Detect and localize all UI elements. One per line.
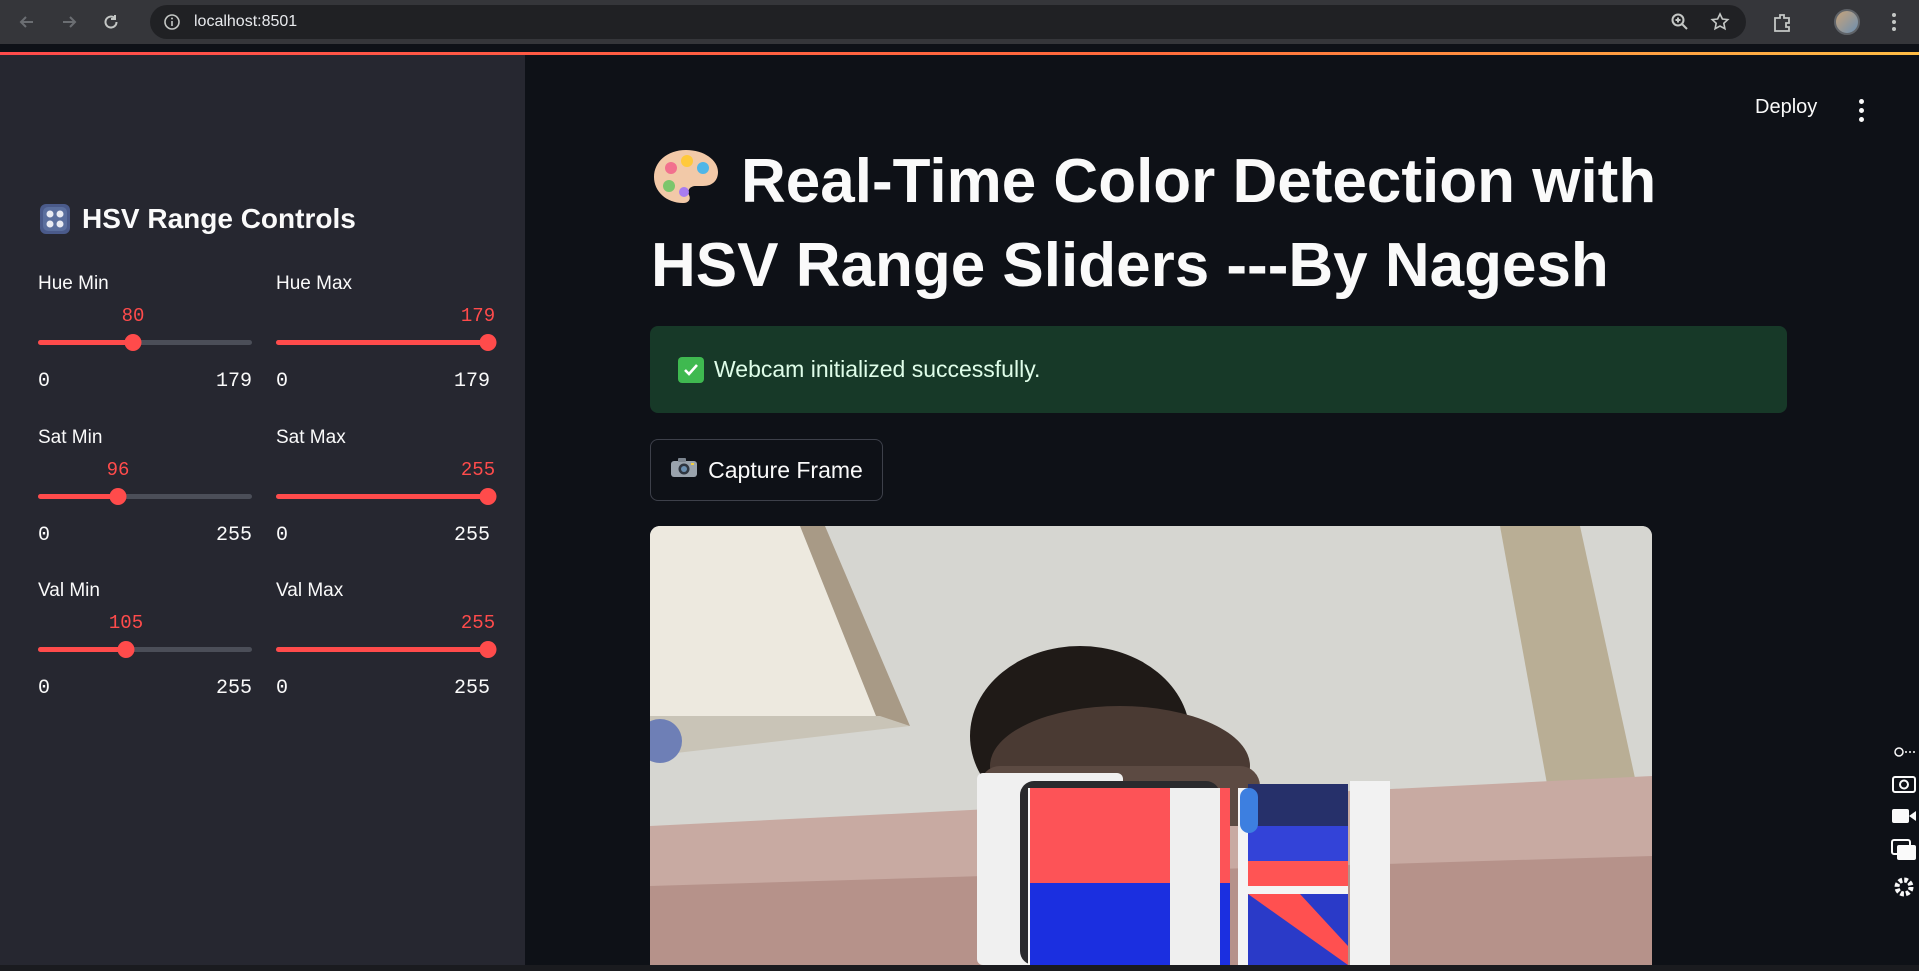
- slider-fill: [38, 494, 118, 499]
- window-bottom-edge: [0, 965, 1919, 971]
- screenshot-camera-icon[interactable]: [1891, 773, 1916, 797]
- slider-thumb[interactable]: [479, 641, 497, 658]
- slider-hue-max[interactable]: Hue Max 179 0 179: [276, 273, 497, 393]
- slider-max: 255: [215, 677, 252, 700]
- slider-thumb[interactable]: [479, 334, 497, 351]
- slider-thumb[interactable]: [117, 641, 135, 658]
- deploy-button[interactable]: Deploy: [1755, 96, 1817, 119]
- slider-label: Hue Min: [38, 273, 109, 294]
- slider-track[interactable]: [38, 641, 252, 658]
- slider-value: 96: [106, 459, 130, 481]
- address-bar[interactable]: localhost:8501: [150, 5, 1746, 39]
- slider-min: 0: [276, 370, 289, 393]
- sidebar-title-text: HSV Range Controls: [82, 203, 356, 234]
- slider-min: 0: [38, 370, 51, 393]
- webcam-scene: [650, 526, 1652, 965]
- capture-frame-button[interactable]: Capture Frame: [650, 439, 883, 501]
- site-info-icon[interactable]: [162, 12, 182, 32]
- slider-value: 105: [108, 612, 144, 634]
- webcam-frame-image: [650, 526, 1652, 965]
- back-icon[interactable]: [12, 7, 42, 37]
- slider-thumb[interactable]: [479, 488, 497, 505]
- slider-track[interactable]: [276, 641, 497, 658]
- slider-min: 0: [276, 677, 289, 700]
- success-alert: Webcam initialized successfully.: [650, 326, 1787, 413]
- slider-track[interactable]: [38, 334, 252, 351]
- main-menu-icon[interactable]: [1851, 96, 1871, 124]
- settings-gear-icon[interactable]: [1892, 875, 1916, 903]
- camera-icon: [670, 456, 698, 484]
- screen-recorder-toolbar: [1888, 742, 1919, 900]
- slider-sat-min[interactable]: Sat Min 96 0 255: [38, 427, 252, 547]
- slider-max: 255: [453, 677, 490, 700]
- slider-fill: [38, 647, 126, 652]
- link-icon[interactable]: [1893, 744, 1915, 763]
- slider-label: Sat Max: [276, 427, 346, 448]
- browser-menu-icon[interactable]: [1882, 10, 1906, 34]
- success-message: Webcam initialized successfully.: [714, 356, 1041, 382]
- page-title: Real-Time Color Detection with HSV Range…: [651, 140, 1751, 308]
- extensions-icon[interactable]: [1770, 10, 1794, 34]
- window-capture-icon[interactable]: [1890, 839, 1917, 865]
- slider-min: 0: [276, 524, 289, 547]
- slider-fill: [276, 494, 490, 499]
- slider-min: 0: [38, 524, 51, 547]
- sidebar: HSV Range Controls Hue Min 80 0 179 Hue …: [0, 55, 525, 965]
- check-mark-icon: [678, 356, 704, 383]
- capture-frame-label: Capture Frame: [708, 456, 863, 483]
- slider-value: 179: [460, 305, 496, 327]
- artist-palette-icon: [654, 150, 718, 203]
- slider-max: 179: [453, 370, 490, 393]
- forward-icon[interactable]: [54, 7, 84, 37]
- slider-min: 0: [38, 677, 51, 700]
- browser-toolbar: localhost:8501: [0, 0, 1919, 44]
- profile-avatar[interactable]: [1834, 9, 1860, 35]
- slider-value: 80: [121, 305, 145, 327]
- bookmark-star-icon[interactable]: [1710, 12, 1730, 36]
- slider-max: 255: [215, 524, 252, 547]
- slider-label: Val Min: [38, 580, 100, 601]
- slider-label: Sat Min: [38, 427, 103, 448]
- slider-track[interactable]: [38, 488, 252, 505]
- slider-hue-min[interactable]: Hue Min 80 0 179: [38, 273, 252, 393]
- slider-max: 179: [215, 370, 252, 393]
- zoom-icon[interactable]: [1670, 12, 1690, 36]
- sidebar-title: HSV Range Controls: [40, 203, 356, 235]
- slider-track[interactable]: [276, 334, 497, 351]
- slider-max: 255: [453, 524, 490, 547]
- slider-val-max[interactable]: Val Max 255 0 255: [276, 580, 497, 700]
- slider-val-min[interactable]: Val Min 105 0 255: [38, 580, 252, 700]
- control-knobs-icon: [40, 204, 70, 234]
- video-record-icon[interactable]: [1891, 807, 1917, 829]
- slider-fill: [276, 647, 490, 652]
- reload-icon[interactable]: [96, 7, 126, 37]
- slider-fill: [276, 340, 490, 345]
- slider-value: 255: [460, 459, 496, 481]
- slider-sat-max[interactable]: Sat Max 255 0 255: [276, 427, 497, 547]
- page-title-text: Real-Time Color Detection with HSV Range…: [651, 147, 1657, 300]
- slider-label: Hue Max: [276, 273, 353, 294]
- slider-fill: [38, 340, 133, 345]
- slider-track[interactable]: [276, 488, 497, 505]
- slider-value: 255: [460, 612, 496, 634]
- slider-label: Val Max: [276, 580, 344, 601]
- url-text: localhost:8501: [194, 13, 298, 30]
- slider-thumb[interactable]: [109, 488, 127, 505]
- slider-thumb[interactable]: [124, 334, 142, 351]
